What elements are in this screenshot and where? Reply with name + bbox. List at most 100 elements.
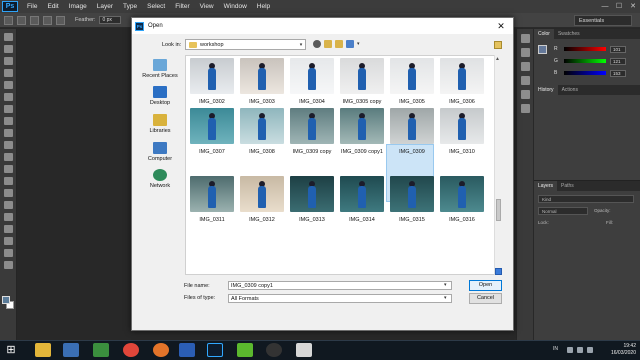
green-slider[interactable]: [564, 59, 606, 63]
file-name-label[interactable]: IMG_0309 copy1: [337, 149, 387, 155]
file-thumbnail[interactable]: [240, 108, 284, 144]
tray-chevron-icon[interactable]: [567, 347, 573, 353]
file-name-label[interactable]: IMG_0306: [437, 99, 487, 105]
file-thumbnail[interactable]: [390, 58, 434, 94]
obs-icon[interactable]: [266, 343, 282, 357]
place-libraries[interactable]: Libraries: [136, 114, 184, 134]
marquee-tool-icon[interactable]: [3, 45, 13, 53]
file-thumbnail[interactable]: [440, 176, 484, 212]
blue-slider[interactable]: [564, 71, 606, 75]
maximize-button[interactable]: ☐: [612, 0, 626, 13]
file-name-label[interactable]: IMG_0315: [387, 217, 437, 223]
pen-tool-icon[interactable]: [3, 201, 13, 209]
eyedropper-tool-icon[interactable]: [3, 93, 13, 101]
paragraph-panel-icon[interactable]: [520, 104, 530, 113]
path-selection-tool-icon[interactable]: [3, 225, 13, 233]
file-name-label[interactable]: IMG_0313: [287, 217, 337, 223]
crop-tool-icon[interactable]: [3, 81, 13, 89]
red-slider[interactable]: [564, 47, 606, 51]
word-icon[interactable]: [179, 343, 195, 357]
app-icon[interactable]: [93, 343, 109, 357]
file-name-label[interactable]: IMG_0310: [437, 149, 487, 155]
marquee-tool-preset-icon[interactable]: [4, 15, 13, 25]
network-app-icon[interactable]: [63, 343, 79, 357]
history-brush-tool-icon[interactable]: [3, 141, 13, 149]
shape-tool-icon[interactable]: [3, 237, 13, 245]
file-name-label[interactable]: IMG_0311: [187, 217, 237, 223]
firefox-icon[interactable]: [153, 343, 169, 357]
quick-select-tool-icon[interactable]: [3, 69, 13, 77]
menu-file[interactable]: File: [22, 3, 42, 10]
red-value[interactable]: 101: [610, 45, 626, 53]
preview-icon[interactable]: [494, 41, 502, 49]
file-name-input[interactable]: IMG_0309 copy1: [228, 281, 452, 290]
file-thumbnail[interactable]: [190, 108, 234, 144]
photoshop-taskbar-icon[interactable]: [207, 343, 223, 357]
file-thumbnail[interactable]: [290, 176, 334, 212]
tab-color[interactable]: Color: [534, 29, 554, 39]
file-name-label[interactable]: IMG_0305: [387, 99, 437, 105]
menu-layer[interactable]: Layer: [92, 3, 118, 10]
view-menu-icon[interactable]: [346, 40, 354, 48]
file-thumbnail[interactable]: [290, 108, 334, 144]
workspace-switcher[interactable]: Essentials: [574, 15, 632, 26]
view-chevron-down-icon[interactable]: ▾: [357, 41, 360, 47]
move-tool-icon[interactable]: [3, 33, 13, 41]
file-name-label[interactable]: IMG_0304: [287, 99, 337, 105]
character-panel-icon[interactable]: [520, 90, 530, 99]
file-type-select[interactable]: All Formats: [228, 294, 452, 303]
taskbar-clock[interactable]: 19:42 16/03/2020: [600, 343, 636, 357]
menu-select[interactable]: Select: [142, 3, 170, 10]
file-name-label[interactable]: IMG_0303: [237, 99, 287, 105]
file-thumbnail[interactable]: [240, 58, 284, 94]
tab-paths[interactable]: Paths: [557, 181, 578, 191]
place-network[interactable]: Network: [136, 169, 184, 189]
dialog-close-button[interactable]: ✕: [489, 18, 513, 34]
new-folder-icon[interactable]: [335, 40, 343, 48]
close-app-button[interactable]: ✕: [626, 0, 640, 13]
blur-tool-icon[interactable]: [3, 177, 13, 185]
file-thumbnail[interactable]: [240, 176, 284, 212]
gradient-tool-icon[interactable]: [3, 165, 13, 173]
up-folder-icon[interactable]: [324, 40, 332, 48]
file-thumbnail[interactable]: [340, 58, 384, 94]
lasso-tool-icon[interactable]: [3, 57, 13, 65]
properties-panel-icon[interactable]: [520, 48, 530, 57]
file-thumbnail[interactable]: [190, 58, 234, 94]
app-icon[interactable]: [237, 343, 253, 357]
intersect-selection-icon[interactable]: [56, 15, 65, 25]
add-to-selection-icon[interactable]: [30, 15, 39, 25]
input-language-indicator[interactable]: IN: [553, 346, 558, 352]
feather-input[interactable]: 0 px: [99, 16, 122, 24]
file-name-label[interactable]: IMG_0308: [237, 149, 287, 155]
file-name-label[interactable]: IMG_0316: [437, 217, 487, 223]
menu-window[interactable]: Window: [219, 3, 252, 10]
open-button[interactable]: Open: [469, 280, 502, 291]
menu-view[interactable]: View: [195, 3, 219, 10]
panel-foreground-swatch[interactable]: [538, 45, 547, 54]
menu-type[interactable]: Type: [118, 3, 142, 10]
healing-brush-tool-icon[interactable]: [3, 105, 13, 113]
clone-stamp-tool-icon[interactable]: [3, 129, 13, 137]
menu-image[interactable]: Image: [64, 3, 92, 10]
blend-mode-select[interactable]: Normal: [538, 207, 588, 215]
tab-actions[interactable]: Actions: [558, 85, 582, 95]
minimize-button[interactable]: —: [598, 0, 612, 13]
brush-tool-icon[interactable]: [3, 117, 13, 125]
menu-edit[interactable]: Edit: [42, 3, 63, 10]
place-computer[interactable]: Computer: [136, 142, 184, 162]
file-thumbnail[interactable]: [440, 58, 484, 94]
file-thumbnail[interactable]: [190, 176, 234, 212]
scroll-up-arrow-icon[interactable]: ▲: [495, 56, 500, 62]
place-desktop[interactable]: Desktop: [136, 86, 184, 106]
type-tool-icon[interactable]: [3, 213, 13, 221]
new-selection-icon[interactable]: [17, 15, 26, 25]
menu-filter[interactable]: Filter: [170, 3, 194, 10]
layer-kind-filter[interactable]: Kind: [538, 195, 634, 203]
dodge-tool-icon[interactable]: [3, 189, 13, 197]
vertical-scrollbar[interactable]: [494, 55, 503, 275]
file-name-label[interactable]: IMG_0309: [387, 149, 437, 155]
volume-tray-icon[interactable]: [587, 347, 593, 353]
cancel-button[interactable]: Cancel: [469, 293, 502, 304]
scroll-thumb[interactable]: [496, 199, 501, 221]
